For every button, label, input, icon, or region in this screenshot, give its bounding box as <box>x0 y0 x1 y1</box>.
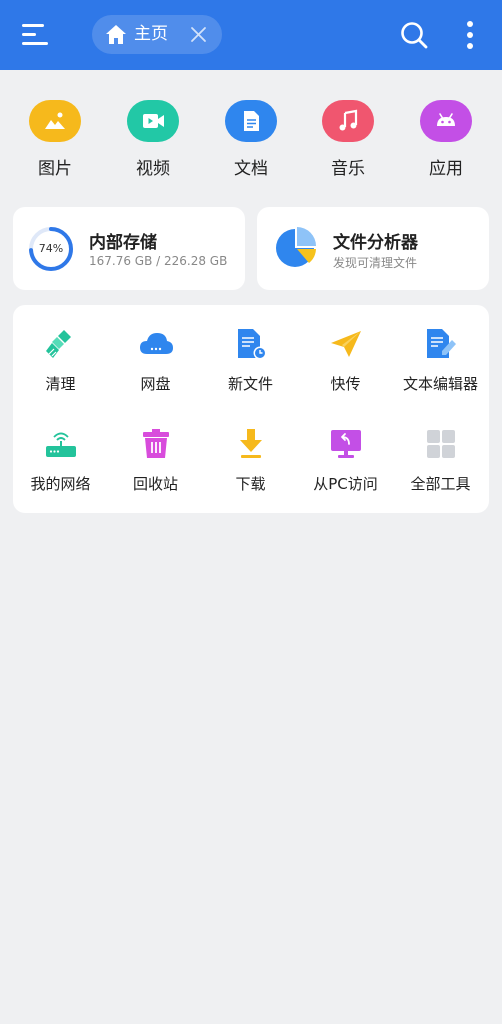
android-icon <box>437 113 455 126</box>
paper-plane-icon <box>331 331 361 357</box>
search-icon[interactable] <box>399 20 429 50</box>
trash-icon <box>143 429 169 458</box>
analyzer-title: 文件分析器 <box>333 233 418 253</box>
tab-home[interactable]: 主页 <box>92 15 222 54</box>
top-app-bar: 主页 <box>0 0 502 70</box>
category-label: 视频 <box>136 159 170 179</box>
storage-usage-text: 167.76 GB / 226.28 GB <box>89 254 228 268</box>
category-row: 图片 视频 文档 音乐 应用 <box>0 100 502 180</box>
tool-download[interactable]: 下载 <box>203 405 298 493</box>
tool-all-tools[interactable]: 全部工具 <box>393 405 488 493</box>
menu-icon-line <box>22 42 48 45</box>
tool-label: 我的网络 <box>30 475 91 493</box>
tool-label: 全部工具 <box>410 475 471 493</box>
category-label: 文档 <box>234 159 268 179</box>
category-videos[interactable]: 视频 <box>113 100 193 180</box>
category-images[interactable]: 图片 <box>15 100 95 180</box>
tool-label: 网盘 <box>140 375 171 393</box>
tool-label: 下载 <box>235 475 266 493</box>
tool-label: 清理 <box>45 375 76 393</box>
category-label: 图片 <box>38 159 72 179</box>
home-icon <box>106 25 126 44</box>
tool-quick-send[interactable]: 快传 <box>298 305 393 393</box>
tool-recycle-bin[interactable]: 回收站 <box>108 405 203 493</box>
storage-percent: 74% <box>38 242 64 255</box>
document-icon <box>244 111 259 131</box>
menu-button[interactable] <box>20 21 52 49</box>
storage-title: 内部存储 <box>89 233 157 253</box>
tool-cloud-drive[interactable]: 网盘 <box>108 305 203 393</box>
file-analyzer-card[interactable]: 文件分析器 发现可清理文件 <box>257 207 489 290</box>
text-editor-icon <box>427 329 456 358</box>
category-music[interactable]: 音乐 <box>308 100 388 180</box>
menu-icon <box>22 24 44 27</box>
tab-home-label: 主页 <box>134 24 168 44</box>
tool-new-file[interactable]: 新文件 <box>203 305 298 393</box>
tool-label: 回收站 <box>132 475 178 493</box>
tool-label: 从PC访问 <box>313 475 378 493</box>
category-apps[interactable]: 应用 <box>406 100 486 180</box>
all-tools-icon <box>427 430 455 458</box>
category-documents[interactable]: 文档 <box>211 100 291 180</box>
tool-access-from-pc[interactable]: 从PC访问 <box>298 405 393 493</box>
tools-panel: 清理 网盘 新文件 快传 文本编辑器 我的网络 回收站 下载 从PC访问 全部工… <box>13 305 489 513</box>
close-icon[interactable] <box>190 26 207 43</box>
download-icon <box>240 429 262 458</box>
category-documents-badge <box>225 100 277 142</box>
tool-text-editor[interactable]: 文本编辑器 <box>393 305 488 393</box>
category-videos-badge <box>127 100 179 142</box>
pc-access-icon <box>331 430 361 458</box>
image-icon <box>45 112 65 129</box>
broom-icon <box>46 330 71 358</box>
tool-label: 文本编辑器 <box>402 375 478 393</box>
music-icon <box>339 109 358 131</box>
cloud-drive-icon <box>140 333 173 354</box>
menu-icon-line <box>22 33 36 36</box>
video-icon <box>143 114 164 128</box>
category-label: 音乐 <box>331 159 365 179</box>
tool-label: 新文件 <box>227 375 273 393</box>
router-icon <box>46 432 76 457</box>
category-apps-badge <box>420 100 472 142</box>
tool-label: 快传 <box>330 375 361 393</box>
tool-clean[interactable]: 清理 <box>13 305 108 393</box>
more-options-icon[interactable] <box>462 19 478 51</box>
new-file-icon <box>238 329 267 360</box>
pie-chart-icon <box>276 227 316 267</box>
category-music-badge <box>322 100 374 142</box>
category-images-badge <box>29 100 81 142</box>
internal-storage-card[interactable]: 74% 内部存储 167.76 GB / 226.28 GB <box>13 207 245 290</box>
tool-my-network[interactable]: 我的网络 <box>13 405 108 493</box>
analyzer-subtitle: 发现可清理文件 <box>333 256 418 270</box>
category-label: 应用 <box>429 159 463 179</box>
